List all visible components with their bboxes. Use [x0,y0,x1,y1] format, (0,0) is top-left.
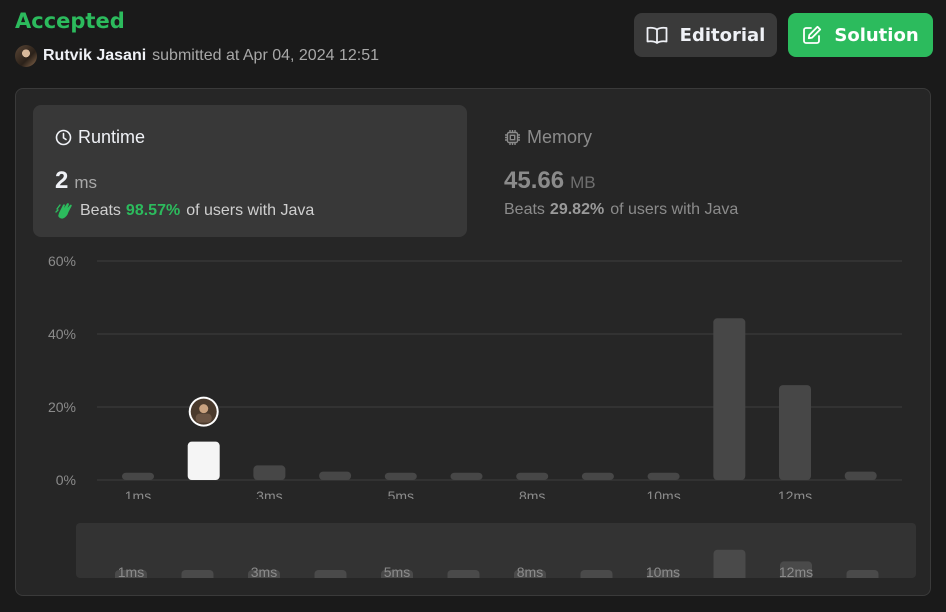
runtime-distribution-chart[interactable]: 0% 20% 40% 60% 1ms 3ms 5ms 8ms 10ms 12ms [16,89,930,499]
overview-bar [713,549,746,578]
overview-bar [846,570,879,578]
y-tick-label: 0% [56,472,76,488]
username-link[interactable]: Rutvik Jasani [43,47,146,65]
bar[interactable] [844,471,877,480]
bar[interactable] [516,472,549,480]
chart-overview-navigator[interactable]: 1ms 3ms 5ms 8ms 10ms 12ms [76,523,916,578]
status-accepted: Accepted [15,9,125,33]
editorial-button[interactable]: Editorial [634,13,777,57]
user-avatar[interactable] [15,45,37,67]
bar[interactable] [779,385,811,480]
y-tick-label: 20% [48,399,76,415]
overview-bar [447,570,480,578]
x-tick-label: 3ms [256,488,282,499]
avatar-body [195,413,212,423]
bar[interactable] [647,472,680,480]
solution-label: Solution [834,24,919,46]
overview-chart[interactable]: 1ms 3ms 5ms 8ms 10ms 12ms [76,523,916,578]
bar[interactable] [581,472,614,480]
submission-info: Rutvik Jasani submitted at Apr 04, 2024 … [15,44,379,68]
editorial-label: Editorial [679,24,766,46]
overview-bar [580,570,613,578]
bar[interactable] [122,472,154,480]
overview-bar [314,570,347,578]
submitted-at-text: submitted at Apr 04, 2024 12:51 [152,47,379,64]
x-tick-label: 1ms [125,488,151,499]
overview-tick-label: 12ms [779,564,813,578]
x-tick-label: 10ms [646,488,680,499]
overview-tick-label: 1ms [118,564,144,578]
overview-tick-label: 8ms [517,564,543,578]
bar[interactable] [713,318,746,480]
y-tick-label: 60% [48,253,76,269]
book-icon [646,26,668,44]
bar[interactable] [253,465,286,480]
edit-icon [803,25,822,44]
overview-tick-label: 10ms [646,564,680,578]
overview-tick-label: 5ms [384,564,410,578]
x-tick-label: 8ms [519,488,545,499]
submission-marker-avatar[interactable] [188,396,219,427]
bar[interactable] [450,472,483,480]
bar[interactable] [384,472,417,480]
y-tick-label: 40% [48,326,76,342]
avatar-face [199,404,209,414]
bar[interactable] [319,471,352,480]
result-panel: Runtime 2 ms Beats 98.57% of users with … [15,88,931,596]
overview-tick-label: 3ms [251,564,277,578]
x-tick-label: 5ms [388,488,414,499]
x-tick-label: 12ms [778,488,812,499]
bar-current-submission[interactable] [187,441,220,480]
solution-button[interactable]: Solution [788,13,933,57]
overview-bar [181,570,214,578]
